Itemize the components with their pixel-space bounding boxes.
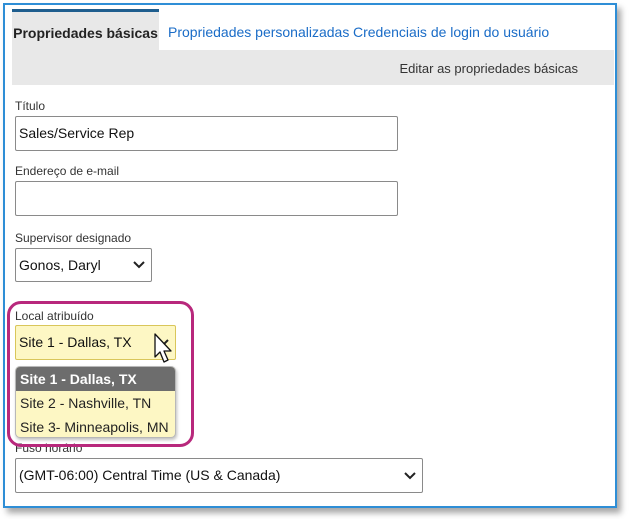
tab-custom-properties[interactable]: Propriedades personalizadas	[168, 9, 349, 50]
supervisor-select-value: Gonos, Daryl	[19, 257, 101, 273]
supervisor-label: Supervisor designado	[15, 231, 132, 245]
highlight-callout	[7, 301, 194, 447]
chevron-down-icon	[133, 261, 145, 269]
supervisor-select[interactable]: Gonos, Daryl	[15, 248, 152, 282]
tab-bar: Propriedades básicas Propriedades person…	[12, 9, 612, 50]
tab-basic-properties[interactable]: Propriedades básicas	[12, 9, 159, 50]
chevron-down-icon	[404, 471, 416, 479]
timezone-select[interactable]: (GMT-06:00) Central Time (US & Canada)	[15, 458, 423, 493]
title-label: Título	[15, 99, 46, 113]
email-input[interactable]	[15, 181, 398, 216]
tab-login-credentials[interactable]: Credenciais de login do usuário	[353, 9, 549, 50]
section-header: Editar as propriedades básicas	[12, 50, 614, 85]
section-header-title: Editar as propriedades básicas	[399, 61, 579, 76]
mouse-pointer-icon	[154, 333, 172, 363]
title-input[interactable]: Sales/Service Rep	[15, 116, 398, 151]
timezone-select-value: (GMT-06:00) Central Time (US & Canada)	[19, 467, 281, 483]
email-label: Endereço de e-mail	[15, 164, 120, 178]
